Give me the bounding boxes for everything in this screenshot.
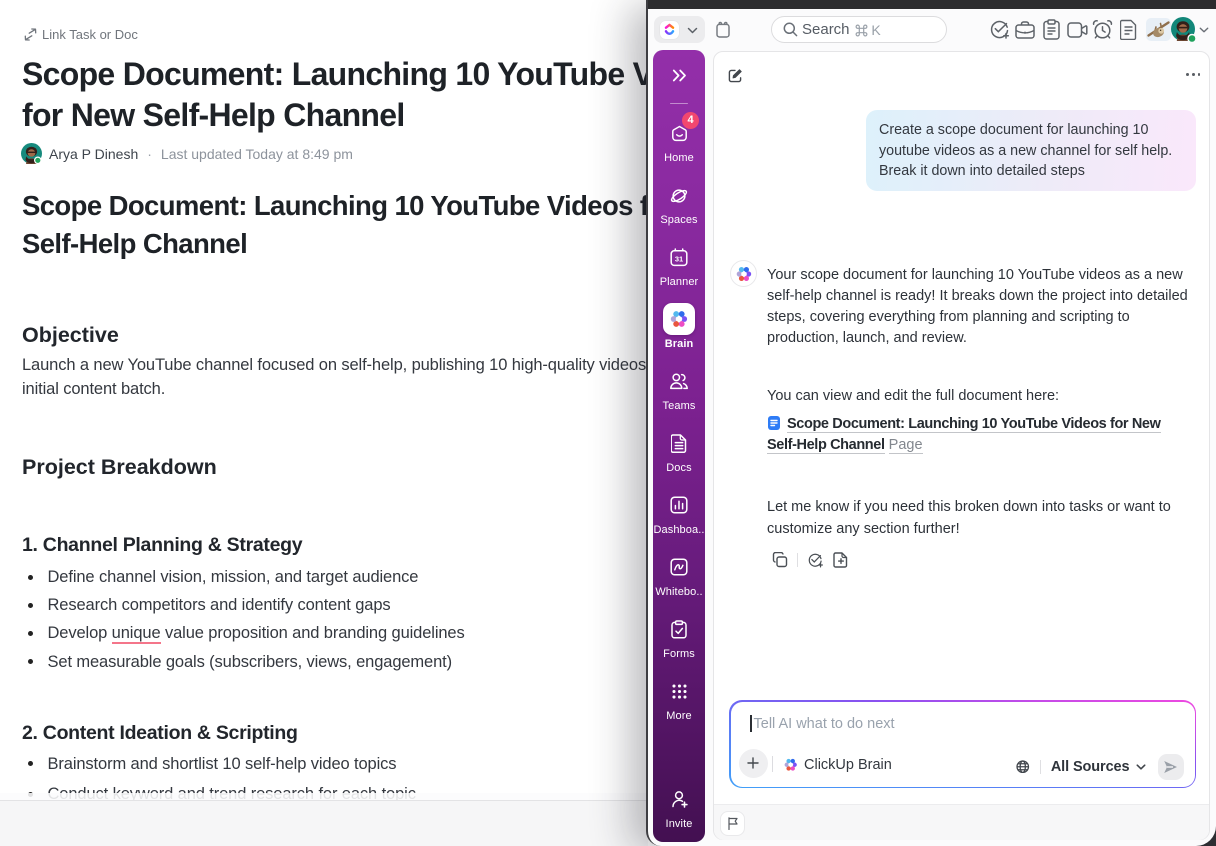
svg-text:31: 31 xyxy=(675,255,683,264)
